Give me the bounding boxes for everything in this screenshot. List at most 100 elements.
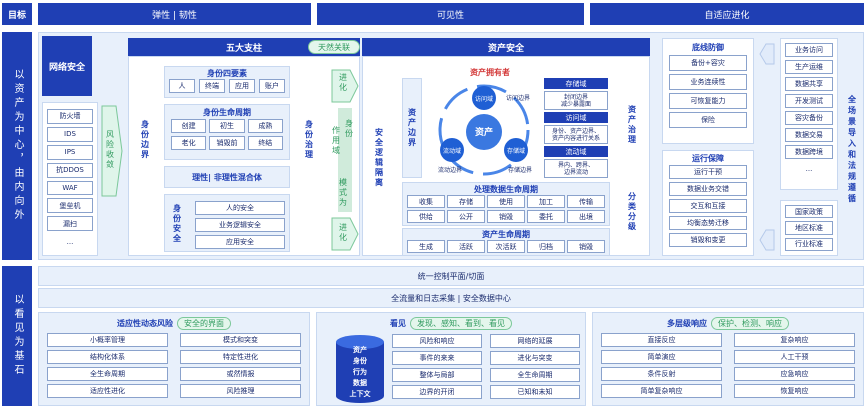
flow-domain-desc: 界内、跨界、 边界流动	[544, 159, 608, 178]
response-item: 人工干预	[734, 350, 855, 364]
identity-security-title: 身份安全	[172, 204, 182, 244]
net-item: 漏扫	[47, 216, 93, 232]
lifecycle-item: 终结	[247, 136, 283, 150]
scenario-item: 容灾备份	[785, 111, 833, 125]
see-item: 事件的来来	[392, 351, 482, 365]
guarantee-item: 均衡态势迁移	[669, 216, 747, 230]
baseline-item: 可恢复能力	[669, 93, 747, 109]
identity-lifecycle-title: 身份生命周期	[203, 107, 251, 117]
regulation-item: 地区标准	[785, 221, 833, 235]
lifecycle-item: 成熟	[247, 119, 283, 133]
data-lc-item: 使用	[487, 195, 525, 208]
baseline-item: 业务连续性	[669, 74, 747, 90]
element-item: 人	[169, 79, 195, 93]
data-lc-item: 收集	[407, 195, 445, 208]
unified-control-plane: 统一控制平面/切面	[38, 266, 864, 286]
natural-link-badge: 天然关联	[308, 40, 360, 54]
scenario-item: 开发测试	[785, 94, 833, 108]
baseline-item: 备份+容灾	[669, 55, 747, 71]
domain-desc-column: 存储域 封闭边界 减少暴露面 访问域 身份、资产边界、 资产内容进行关系 流动域…	[544, 78, 608, 178]
response-item: 直接反应	[601, 333, 722, 347]
scenario-item: 生产运维	[785, 60, 833, 74]
store-domain-desc: 封闭边界 减少暴露面	[544, 91, 608, 110]
asset-lc-item: 活跃	[447, 240, 485, 253]
data-lifecycle-box: 处理数据生命周期 收集 存储 使用 加工 传输 供给 公开 销毁 委托 出境	[402, 182, 610, 226]
lifecycle-item: 销毁前	[209, 136, 245, 150]
identity-small: 身份	[344, 119, 354, 139]
asset-lc-item: 生成	[407, 240, 445, 253]
element-item: 账户	[259, 79, 285, 93]
logic-isolation-label: 安全逻辑隔离	[374, 128, 384, 188]
flow-domain-node: 流动域	[442, 147, 461, 155]
asset-owner-title: 资产拥有者	[470, 67, 510, 77]
net-item: IDS	[47, 126, 93, 142]
classification-label: 分类分级	[627, 192, 637, 232]
risk-item: 模式和突变	[180, 333, 301, 347]
scenario-item: 数据跨境	[785, 145, 833, 159]
baseline-title: 底线防御	[692, 42, 724, 52]
asset-core-label: 资产	[474, 127, 493, 138]
net-item: 堡垒机	[47, 198, 93, 214]
see-items: 风险和响应 网络的延展 事件的来来 进化与突变 整体与局部 全生命周期 边界的开…	[392, 334, 580, 399]
access-edge-label: 访问边界	[505, 94, 530, 102]
response-title: 多层级响应	[667, 318, 707, 328]
identity-security-box: 身份安全 人的安全 业务逻辑安全 应用安全	[164, 194, 290, 252]
guarantee-item: 运行干预	[669, 165, 747, 179]
lifecycle-item: 老化	[171, 136, 207, 150]
db-label: 数据	[353, 378, 367, 387]
evolve-bottom: 进化	[338, 223, 348, 243]
scenario-item: 数据交易	[785, 128, 833, 142]
access-domain-desc: 身份、资产边界、 资产内容进行关系	[544, 125, 608, 144]
db-label: 行为	[353, 367, 367, 376]
guarantee-item: 数据业务交错	[669, 182, 747, 196]
asset-lc-item: 次活跃	[487, 240, 525, 253]
db-labels: 资产 身份 行为 数据 上下文	[336, 344, 384, 399]
network-items: 防火墙 IDS IPS 抗DDOS WAF 堡垒机 漏扫 ...	[42, 102, 98, 256]
flow-edge-label: 流动边界	[437, 166, 462, 174]
risk-item: 适应性进化	[47, 384, 168, 398]
data-lc-item: 传输	[567, 195, 605, 208]
goal-tag: 目标	[2, 3, 32, 25]
net-item: 抗DDOS	[47, 162, 93, 178]
data-lifecycle-title: 处理数据生命周期	[474, 184, 538, 194]
scope-label: 作用域	[331, 126, 341, 156]
asset-security-header: 资产安全	[362, 38, 650, 56]
side-label-asset-center: 以资产为中心，由内向外	[2, 32, 32, 260]
db-label: 身份	[353, 356, 367, 365]
scenario-compliance-label: 全场景导入和法规遵循	[847, 95, 857, 205]
asset-lc-item: 归档	[527, 240, 565, 253]
risk-item: 小概率管理	[47, 333, 168, 347]
goal-col-1: 弹性 | 韧性	[38, 3, 311, 25]
net-item: ...	[66, 237, 74, 246]
access-domain-title: 访问域	[544, 112, 608, 123]
access-domain-node: 访问域	[474, 95, 493, 103]
response-badge: 保护、检测、响应	[711, 316, 789, 330]
net-item: 防火墙	[47, 109, 93, 124]
risk-item: 全生命周期	[47, 367, 168, 381]
see-title: 看见	[390, 318, 406, 328]
identity-sec-item: 应用安全	[195, 235, 285, 249]
response-item: 应急响应	[734, 367, 855, 381]
regulation-item: 行业标准	[785, 237, 833, 251]
see-item: 已知和未知	[490, 385, 580, 399]
multi-level-response-panel: 多层级响应 保护、检测、响应 直接反应 复杂响应 简单演应 人工干预 条件反射 …	[592, 312, 864, 406]
mixed-body-label: 理性| 非理性混合体	[164, 166, 290, 188]
identity-sec-item: 人的安全	[195, 201, 285, 215]
guarantee-title: 运行保障	[692, 153, 724, 163]
risk-badge: 安全的界面	[177, 316, 231, 330]
data-lc-item: 加工	[527, 195, 565, 208]
risk-item: 或然情报	[180, 367, 301, 381]
goal-col-3: 自适应进化	[590, 3, 864, 25]
run-guarantee-box: 运行保障 运行干预 数据业务交错 交互和互接 均衡态势迁移 销毁和变更	[662, 150, 754, 256]
risk-item: 风险推理	[180, 384, 301, 398]
flow-domain-title: 流动域	[544, 146, 608, 157]
identity-lifecycle-box: 身份生命周期 创建 初生 成熟 老化 销毁前 终结	[164, 104, 290, 160]
db-label: 上下文	[349, 389, 371, 398]
element-item: 应用	[229, 79, 255, 93]
lifecycle-item: 初生	[209, 119, 245, 133]
data-lc-item: 公开	[447, 210, 485, 223]
asset-lifecycle-title: 资产生命周期	[482, 230, 530, 239]
risk-title: 适应性动态风险	[117, 318, 173, 328]
risk-item: 特定性进化	[180, 350, 301, 364]
response-item: 简单复杂响应	[601, 384, 722, 398]
